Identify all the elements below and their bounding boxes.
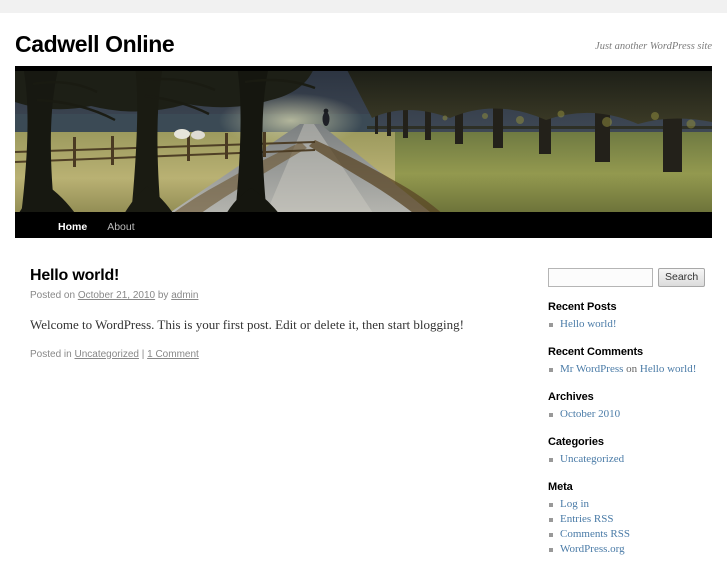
post-meta-by: by xyxy=(155,290,172,302)
list-item[interactable]: Mr WordPress on Hello world! xyxy=(548,362,712,377)
list-item[interactable]: Log in xyxy=(548,497,712,512)
list-item[interactable]: Comments RSS xyxy=(548,527,712,542)
post-meta-prefix: Posted on xyxy=(30,290,78,302)
post-article: Hello world! Posted on October 21, 2010 … xyxy=(30,266,520,360)
header-image xyxy=(15,66,712,216)
site-branding: Cadwell Online Just another WordPress si… xyxy=(15,13,712,59)
archive-link[interactable]: October 2010 xyxy=(560,408,620,420)
list-item[interactable]: October 2010 xyxy=(548,407,712,422)
post-meta: Posted on October 21, 2010 by admin xyxy=(30,289,520,303)
widget-title-recent-posts: Recent Posts xyxy=(548,301,617,313)
widget-title-categories: Categories xyxy=(548,436,604,448)
search-button[interactable]: Search xyxy=(658,268,706,287)
tree-lined-path-header-icon xyxy=(15,66,712,216)
widget-archives: Archives October 2010 xyxy=(548,391,712,422)
post-date-link[interactable]: October 21, 2010 xyxy=(78,290,155,301)
list-item[interactable]: WordPress.org xyxy=(548,542,712,557)
top-strip xyxy=(0,0,727,13)
sidebar: Search Recent Posts Hello world! Recent … xyxy=(520,266,712,571)
comment-author-link[interactable]: Mr WordPress xyxy=(560,363,623,375)
widget-categories: Categories Uncategorized xyxy=(548,436,712,467)
post-body-paragraph: Welcome to WordPress. This is your first… xyxy=(30,317,464,333)
widget-recent-posts: Recent Posts Hello world! xyxy=(548,301,712,332)
post-title: Hello world! xyxy=(30,266,520,285)
posted-in-label: Posted in xyxy=(30,348,75,360)
widget-recent-comments: Recent Comments Mr WordPress on Hello wo… xyxy=(548,346,712,377)
categories-list: Uncategorized xyxy=(548,452,712,467)
widget-meta: Meta Log in Entries RSS Comments RSS Wor… xyxy=(548,481,712,557)
search-form[interactable]: Search xyxy=(548,268,712,287)
meta-comments-rss-link[interactable]: Comments RSS xyxy=(560,528,630,540)
post-title-link[interactable]: Hello world! xyxy=(30,267,119,284)
site-description: Just another WordPress site xyxy=(595,41,712,52)
page-wrapper: Cadwell Online Just another WordPress si… xyxy=(0,13,727,555)
nav-list: Home About xyxy=(15,216,145,238)
search-input[interactable] xyxy=(548,268,653,287)
recent-comments-list: Mr WordPress on Hello world! xyxy=(548,362,712,377)
meta-entries-rss-link[interactable]: Entries RSS xyxy=(560,513,613,525)
widget-title-recent-comments: Recent Comments xyxy=(548,346,644,358)
post-utility: Posted in Uncategorized | 1 Comment xyxy=(30,349,520,360)
utility-separator: | xyxy=(138,348,148,360)
post-comments-link[interactable]: 1 Comment xyxy=(147,349,199,360)
list-item[interactable]: Entries RSS xyxy=(548,512,712,527)
widget-title-meta: Meta xyxy=(548,481,573,493)
meta-list: Log in Entries RSS Comments RSS WordPres… xyxy=(548,497,712,557)
category-link[interactable]: Uncategorized xyxy=(560,453,624,465)
post-author-link[interactable]: admin xyxy=(171,290,198,301)
widget-title-archives: Archives xyxy=(548,391,594,403)
comment-post-link[interactable]: Hello world! xyxy=(640,363,697,375)
nav-link-home[interactable]: Home xyxy=(48,216,97,238)
nav-link-about[interactable]: About xyxy=(97,216,144,238)
post-container: Hello world! Posted on October 21, 2010 … xyxy=(15,266,520,571)
main-content: Hello world! Posted on October 21, 2010 … xyxy=(15,238,712,571)
primary-navigation[interactable]: Home About xyxy=(15,216,712,238)
site-title: Cadwell Online xyxy=(15,31,175,57)
post-category-link[interactable]: Uncategorized xyxy=(74,349,138,360)
recent-post-link[interactable]: Hello world! xyxy=(560,318,617,330)
nav-item-home[interactable]: Home xyxy=(48,216,97,238)
post-content: Welcome to WordPress. This is your first… xyxy=(30,315,520,335)
meta-login-link[interactable]: Log in xyxy=(560,498,589,510)
list-item[interactable]: Hello world! xyxy=(548,317,712,332)
archives-list: October 2010 xyxy=(548,407,712,422)
nav-item-about[interactable]: About xyxy=(97,216,144,238)
comment-on-label: on xyxy=(623,363,640,375)
list-item[interactable]: Uncategorized xyxy=(548,452,712,467)
recent-posts-list: Hello world! xyxy=(548,317,712,332)
site-title-link[interactable]: Cadwell Online xyxy=(15,31,175,57)
